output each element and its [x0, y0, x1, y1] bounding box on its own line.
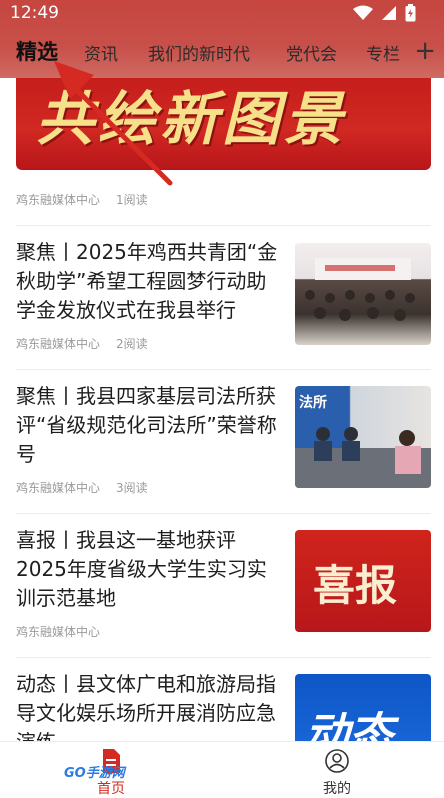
office-photo-icon: [295, 427, 431, 488]
article-source: 鸡东融媒体中心: [16, 481, 101, 495]
article-read-count: 3阅读: [116, 481, 148, 495]
banner-read-count: 1阅读: [116, 193, 148, 207]
signal-icon: [382, 6, 396, 20]
banner-source: 鸡东融媒体中心: [16, 193, 101, 207]
article-thumbnail[interactable]: 法所: [295, 386, 431, 488]
user-icon: [325, 749, 349, 773]
wifi-icon: [353, 5, 373, 20]
status-bar: 12:49: [0, 0, 444, 26]
article-title[interactable]: 聚焦丨我县四家基层司法所获评“省级规范化司法所”荣誉称号: [16, 382, 280, 469]
bottom-navigation: 首页 GO手游网 我的: [0, 741, 444, 797]
divider: [16, 513, 431, 514]
article-title[interactable]: 聚焦丨2025年鸡西共青团“金秋助学”希望工程圆梦行动助学金发放仪式在我县举行: [16, 238, 280, 325]
battery-icon: [405, 4, 416, 22]
article-read-count: 2阅读: [116, 337, 148, 351]
status-icons: [353, 4, 416, 22]
add-tab-button[interactable]: +: [414, 36, 436, 66]
nav-me-label: 我的: [323, 781, 351, 797]
watermark-logo: GO手游网: [64, 766, 125, 781]
tab-party-congress[interactable]: 党代会: [286, 40, 337, 65]
divider: [16, 657, 431, 658]
article-source: 鸡东融媒体中心: [16, 337, 101, 351]
nav-home-label: 首页: [97, 781, 125, 797]
divider: [16, 369, 431, 370]
tab-column[interactable]: 专栏: [366, 40, 400, 65]
meeting-photo-icon: [305, 258, 415, 321]
article-title[interactable]: 喜报丨我县这一基地获评2025年度省级大学生实习实训示范基地: [16, 526, 280, 613]
divider: [16, 225, 431, 226]
article-thumbnail[interactable]: 喜报: [295, 530, 431, 632]
pointer-arrow-icon: [54, 61, 173, 186]
article-thumbnail[interactable]: [295, 243, 431, 345]
thumbnail-label: 喜报: [313, 561, 398, 610]
article-source: 鸡东融媒体中心: [16, 625, 101, 639]
status-time: 12:49: [10, 3, 59, 23]
